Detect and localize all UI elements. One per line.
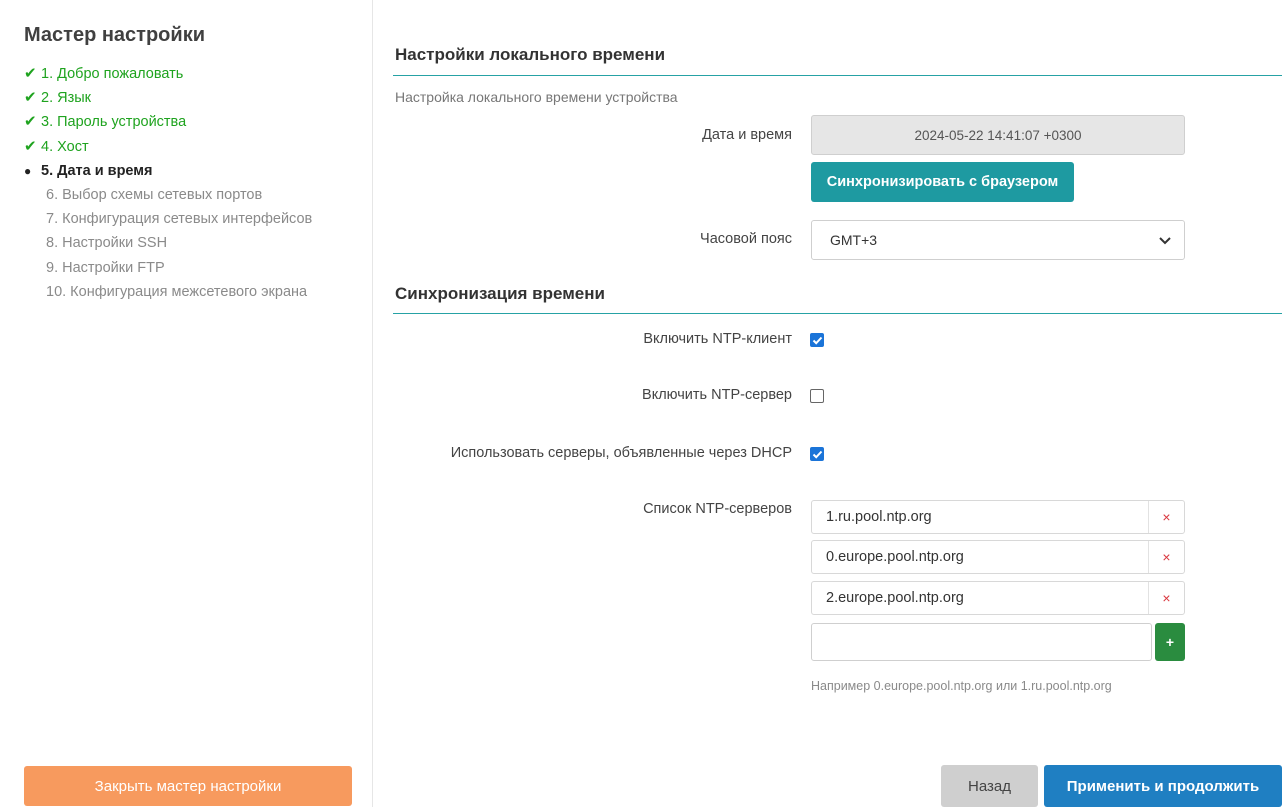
ntp-server-checkbox[interactable] [810, 389, 824, 403]
step-label: 8. Настройки SSH [46, 235, 168, 252]
add-server-button[interactable]: + [1155, 623, 1185, 661]
new-ntp-server-input[interactable] [811, 623, 1152, 661]
close-wizard-button[interactable]: Закрыть мастер настройки [24, 766, 352, 806]
checkmark-icon [812, 450, 823, 459]
time-sync-title: Синхронизация времени [395, 284, 605, 303]
step-label: 6. Выбор схемы сетевых портов [46, 187, 263, 204]
ntp-hint: Например 0.europe.pool.ntp.org или 1.ru.… [811, 679, 1112, 693]
step-ssh: 8. Настройки SSH [24, 231, 312, 255]
check-icon: ✔ [24, 137, 37, 155]
ntp-client-checkbox[interactable] [810, 333, 824, 347]
ntp-server-row: 0.europe.pool.ntp.org × [811, 540, 1185, 574]
timezone-select[interactable]: GMT+3 [811, 220, 1185, 260]
ntp-server-input[interactable]: 1.ru.pool.ntp.org [826, 509, 932, 525]
step-label: 10. Конфигурация межсетевого экрана [46, 283, 308, 300]
back-button[interactable]: Назад [941, 765, 1038, 807]
local-time-description: Настройка локального времени устройства [395, 89, 678, 105]
check-icon: ✔ [24, 113, 37, 131]
checkmark-icon [812, 336, 823, 345]
apply-continue-button[interactable]: Применить и продолжить [1044, 765, 1282, 807]
section-divider [393, 75, 1282, 76]
step-label: 3. Пароль устройства [41, 114, 187, 131]
step-port-scheme: 6. Выбор схемы сетевых портов [24, 183, 312, 207]
wizard-sidebar: Мастер настройки ✔ 1. Добро пожаловать ✔ 2… [0, 0, 373, 807]
ntp-list-label: Список NTP-серверов [643, 501, 792, 517]
step-label: 5. Дата и время [41, 162, 153, 179]
datetime-label: Дата и время [702, 127, 792, 143]
section-divider [393, 313, 1282, 314]
dhcp-servers-checkbox[interactable] [810, 447, 824, 461]
ntp-server-label: Включить NTP-сервер [642, 387, 792, 403]
step-ftp: 9. Настройки FTP [24, 256, 312, 280]
ntp-server-row: 1.ru.pool.ntp.org × [811, 500, 1185, 534]
check-icon: ✔ [24, 89, 37, 107]
step-label: 4. Хост [41, 138, 89, 155]
dhcp-servers-label: Использовать серверы, объявленные через … [450, 445, 792, 461]
ntp-client-label: Включить NTP-клиент [643, 331, 792, 347]
bullet-icon: ● [24, 163, 32, 178]
datetime-field: 2024-05-22 14:41:07 +0300 [811, 115, 1185, 155]
step-label: 9. Настройки FTP [46, 259, 165, 276]
step-label: 2. Язык [41, 90, 92, 107]
ntp-server-row: 2.europe.pool.ntp.org × [811, 581, 1185, 615]
remove-server-button[interactable]: × [1148, 582, 1184, 614]
step-label: 7. Конфигурация сетевых интерфейсов [46, 211, 313, 228]
timezone-label: Часовой пояс [700, 231, 792, 247]
step-label: 1. Добро пожаловать [41, 66, 184, 83]
local-time-title: Настройки локального времени [395, 45, 666, 64]
step-network-interfaces: 7. Конфигурация сетевых интерфейсов [24, 207, 312, 231]
chevron-down-icon [1159, 237, 1171, 245]
ntp-server-input[interactable]: 2.europe.pool.ntp.org [826, 590, 964, 606]
step-language: ✔ 2. Язык [24, 86, 312, 110]
ntp-server-input[interactable]: 0.europe.pool.ntp.org [826, 549, 964, 565]
sidebar-title: Мастер настройки [24, 24, 205, 46]
sync-with-browser-button[interactable]: Синхронизировать с браузером [811, 162, 1074, 202]
remove-server-button[interactable]: × [1148, 541, 1184, 573]
timezone-value: GMT+3 [830, 232, 878, 248]
step-host: ✔ 4. Хост [24, 135, 312, 159]
check-icon: ✔ [24, 65, 37, 83]
step-welcome: ✔ 1. Добро пожаловать [24, 62, 312, 86]
step-firewall: 10. Конфигурация межсетевого экрана [24, 280, 312, 304]
step-date-time: ● 5. Дата и время [24, 159, 312, 183]
remove-server-button[interactable]: × [1148, 501, 1184, 533]
step-device-password: ✔ 3. Пароль устройства [24, 110, 312, 134]
wizard-steps-list: ✔ 1. Добро пожаловать ✔ 2. Язык ✔ 3. Пароль… [24, 62, 312, 304]
